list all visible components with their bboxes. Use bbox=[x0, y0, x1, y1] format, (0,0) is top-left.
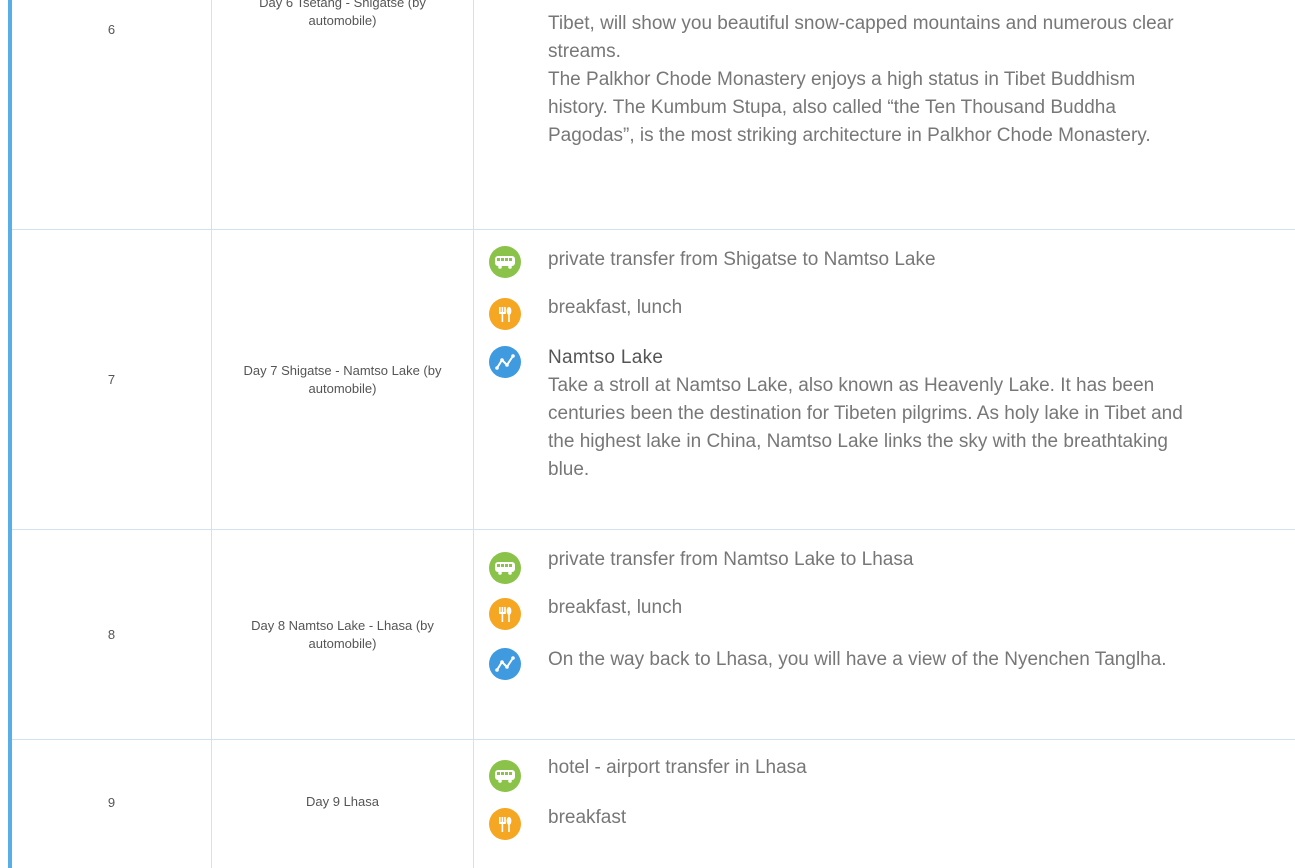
day-title: Day 6 Tsetang - Shigatse (by automobile) bbox=[212, 0, 474, 229]
day-details: Tibet, will show you beautiful snow-capp… bbox=[474, 0, 1295, 229]
day-title: Day 8 Namtso Lake - Lhasa (by automobile… bbox=[212, 530, 474, 739]
route-icon bbox=[489, 346, 521, 378]
meal-text: breakfast, lunch bbox=[548, 297, 683, 318]
day-title: Day 9 Lhasa bbox=[212, 740, 474, 868]
day-details: private transfer from Shigatse to Namtso… bbox=[474, 230, 1295, 529]
day-title: Day 7 Shigatse - Namtso Lake (by automob… bbox=[212, 230, 474, 529]
day-details: private transfer from Namtso Lake to Lha… bbox=[474, 530, 1295, 739]
transfer-text: hotel - airport transfer in Lhasa bbox=[548, 757, 807, 778]
bus-icon bbox=[489, 552, 521, 584]
table-row: 7 Day 7 Shigatse - Namtso Lake (by autom… bbox=[12, 230, 1295, 530]
transfer-text: private transfer from Shigatse to Namtso… bbox=[548, 249, 936, 270]
table-row: 8 Day 8 Namtso Lake - Lhasa (by automobi… bbox=[12, 530, 1295, 740]
spot-description: On the way back to Lhasa, you will have … bbox=[548, 649, 1167, 670]
meal-icon bbox=[489, 598, 521, 630]
day-number: 7 bbox=[12, 230, 212, 529]
spot-description: Take a stroll at Namtso Lake, also known… bbox=[548, 375, 1183, 480]
sightseeing-text: Tibet, will show you beautiful snow-capp… bbox=[548, 13, 1174, 62]
transfer-item: private transfer from Shigatse to Namtso… bbox=[489, 246, 936, 278]
meal-item: breakfast bbox=[489, 804, 627, 840]
bus-icon bbox=[489, 246, 521, 278]
route-icon bbox=[489, 648, 521, 680]
transfer-item: private transfer from Namtso Lake to Lha… bbox=[489, 546, 914, 584]
day-number: 9 bbox=[12, 740, 212, 868]
meal-icon bbox=[489, 298, 521, 330]
meal-icon bbox=[489, 808, 521, 840]
sightseeing-item: Tibet, will show you beautiful snow-capp… bbox=[489, 0, 1295, 150]
sightseeing-item: Namtso Lake Take a stroll at Namtso Lake… bbox=[489, 344, 1193, 484]
meal-item: breakfast, lunch bbox=[489, 594, 683, 630]
day-number: 8 bbox=[12, 530, 212, 739]
meal-text: breakfast bbox=[548, 807, 627, 828]
meal-text: breakfast, lunch bbox=[548, 597, 683, 618]
itinerary-page: 6 Day 6 Tsetang - Shigatse (by automobil… bbox=[0, 0, 1295, 868]
sightseeing-item: On the way back to Lhasa, you will have … bbox=[489, 646, 1193, 680]
transfer-item: hotel - airport transfer in Lhasa bbox=[489, 754, 807, 792]
spot-title: Namtso Lake bbox=[548, 347, 664, 368]
table-row: 6 Day 6 Tsetang - Shigatse (by automobil… bbox=[12, 0, 1295, 230]
meal-item: breakfast, lunch bbox=[489, 294, 683, 330]
sightseeing-text: The Palkhor Chode Monastery enjoys a hig… bbox=[548, 69, 1151, 146]
transfer-text: private transfer from Namtso Lake to Lha… bbox=[548, 549, 914, 570]
bus-icon bbox=[489, 760, 521, 792]
table-row: 9 Day 9 Lhasa hotel - airport transfer i… bbox=[12, 740, 1295, 868]
day-details: hotel - airport transfer in Lhasa breakf… bbox=[474, 740, 1295, 868]
day-number: 6 bbox=[12, 0, 212, 229]
